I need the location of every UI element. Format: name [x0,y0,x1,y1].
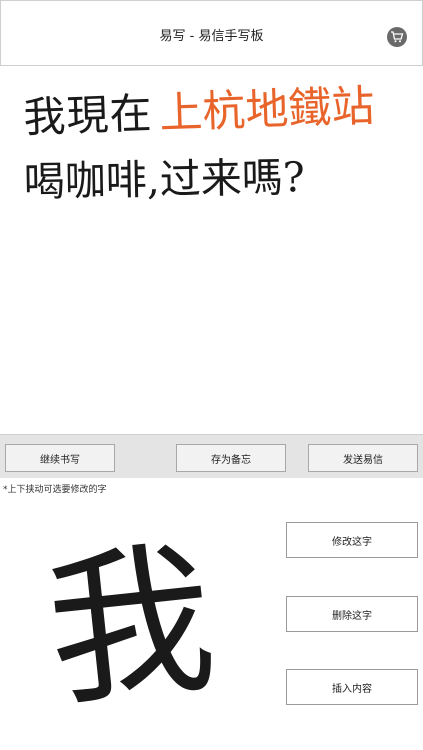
handwriting-canvas[interactable]: 我現在 上杭地鐵站 喝咖啡,过来嗎? [0,66,423,434]
save-memo-button[interactable]: 存为备忘 [176,444,286,472]
delete-character-button[interactable]: 删除这字 [286,596,418,632]
shopping-cart-icon [391,31,404,43]
selected-character-area[interactable]: 我 [0,494,280,730]
handwritten-line-2: 喝咖啡,过来嗎? [23,153,305,206]
cart-button[interactable] [387,27,407,47]
page-title: 易写 - 易信手写板 [159,29,264,44]
selected-character: 我 [39,522,223,724]
app-header: 易写 - 易信手写板 [0,0,423,66]
insert-content-button[interactable]: 插入内容 [286,669,418,705]
continue-writing-button[interactable]: 继续书写 [5,444,115,472]
handwritten-line-1-orange: 上杭地鐵站 [159,82,376,139]
modify-character-button[interactable]: 修改这字 [286,522,418,558]
send-yixin-button[interactable]: 发送易信 [308,444,418,472]
action-toolbar: 继续书写 存为备忘 发送易信 [0,434,423,478]
handwritten-line-1-black: 我現在 [23,89,154,142]
